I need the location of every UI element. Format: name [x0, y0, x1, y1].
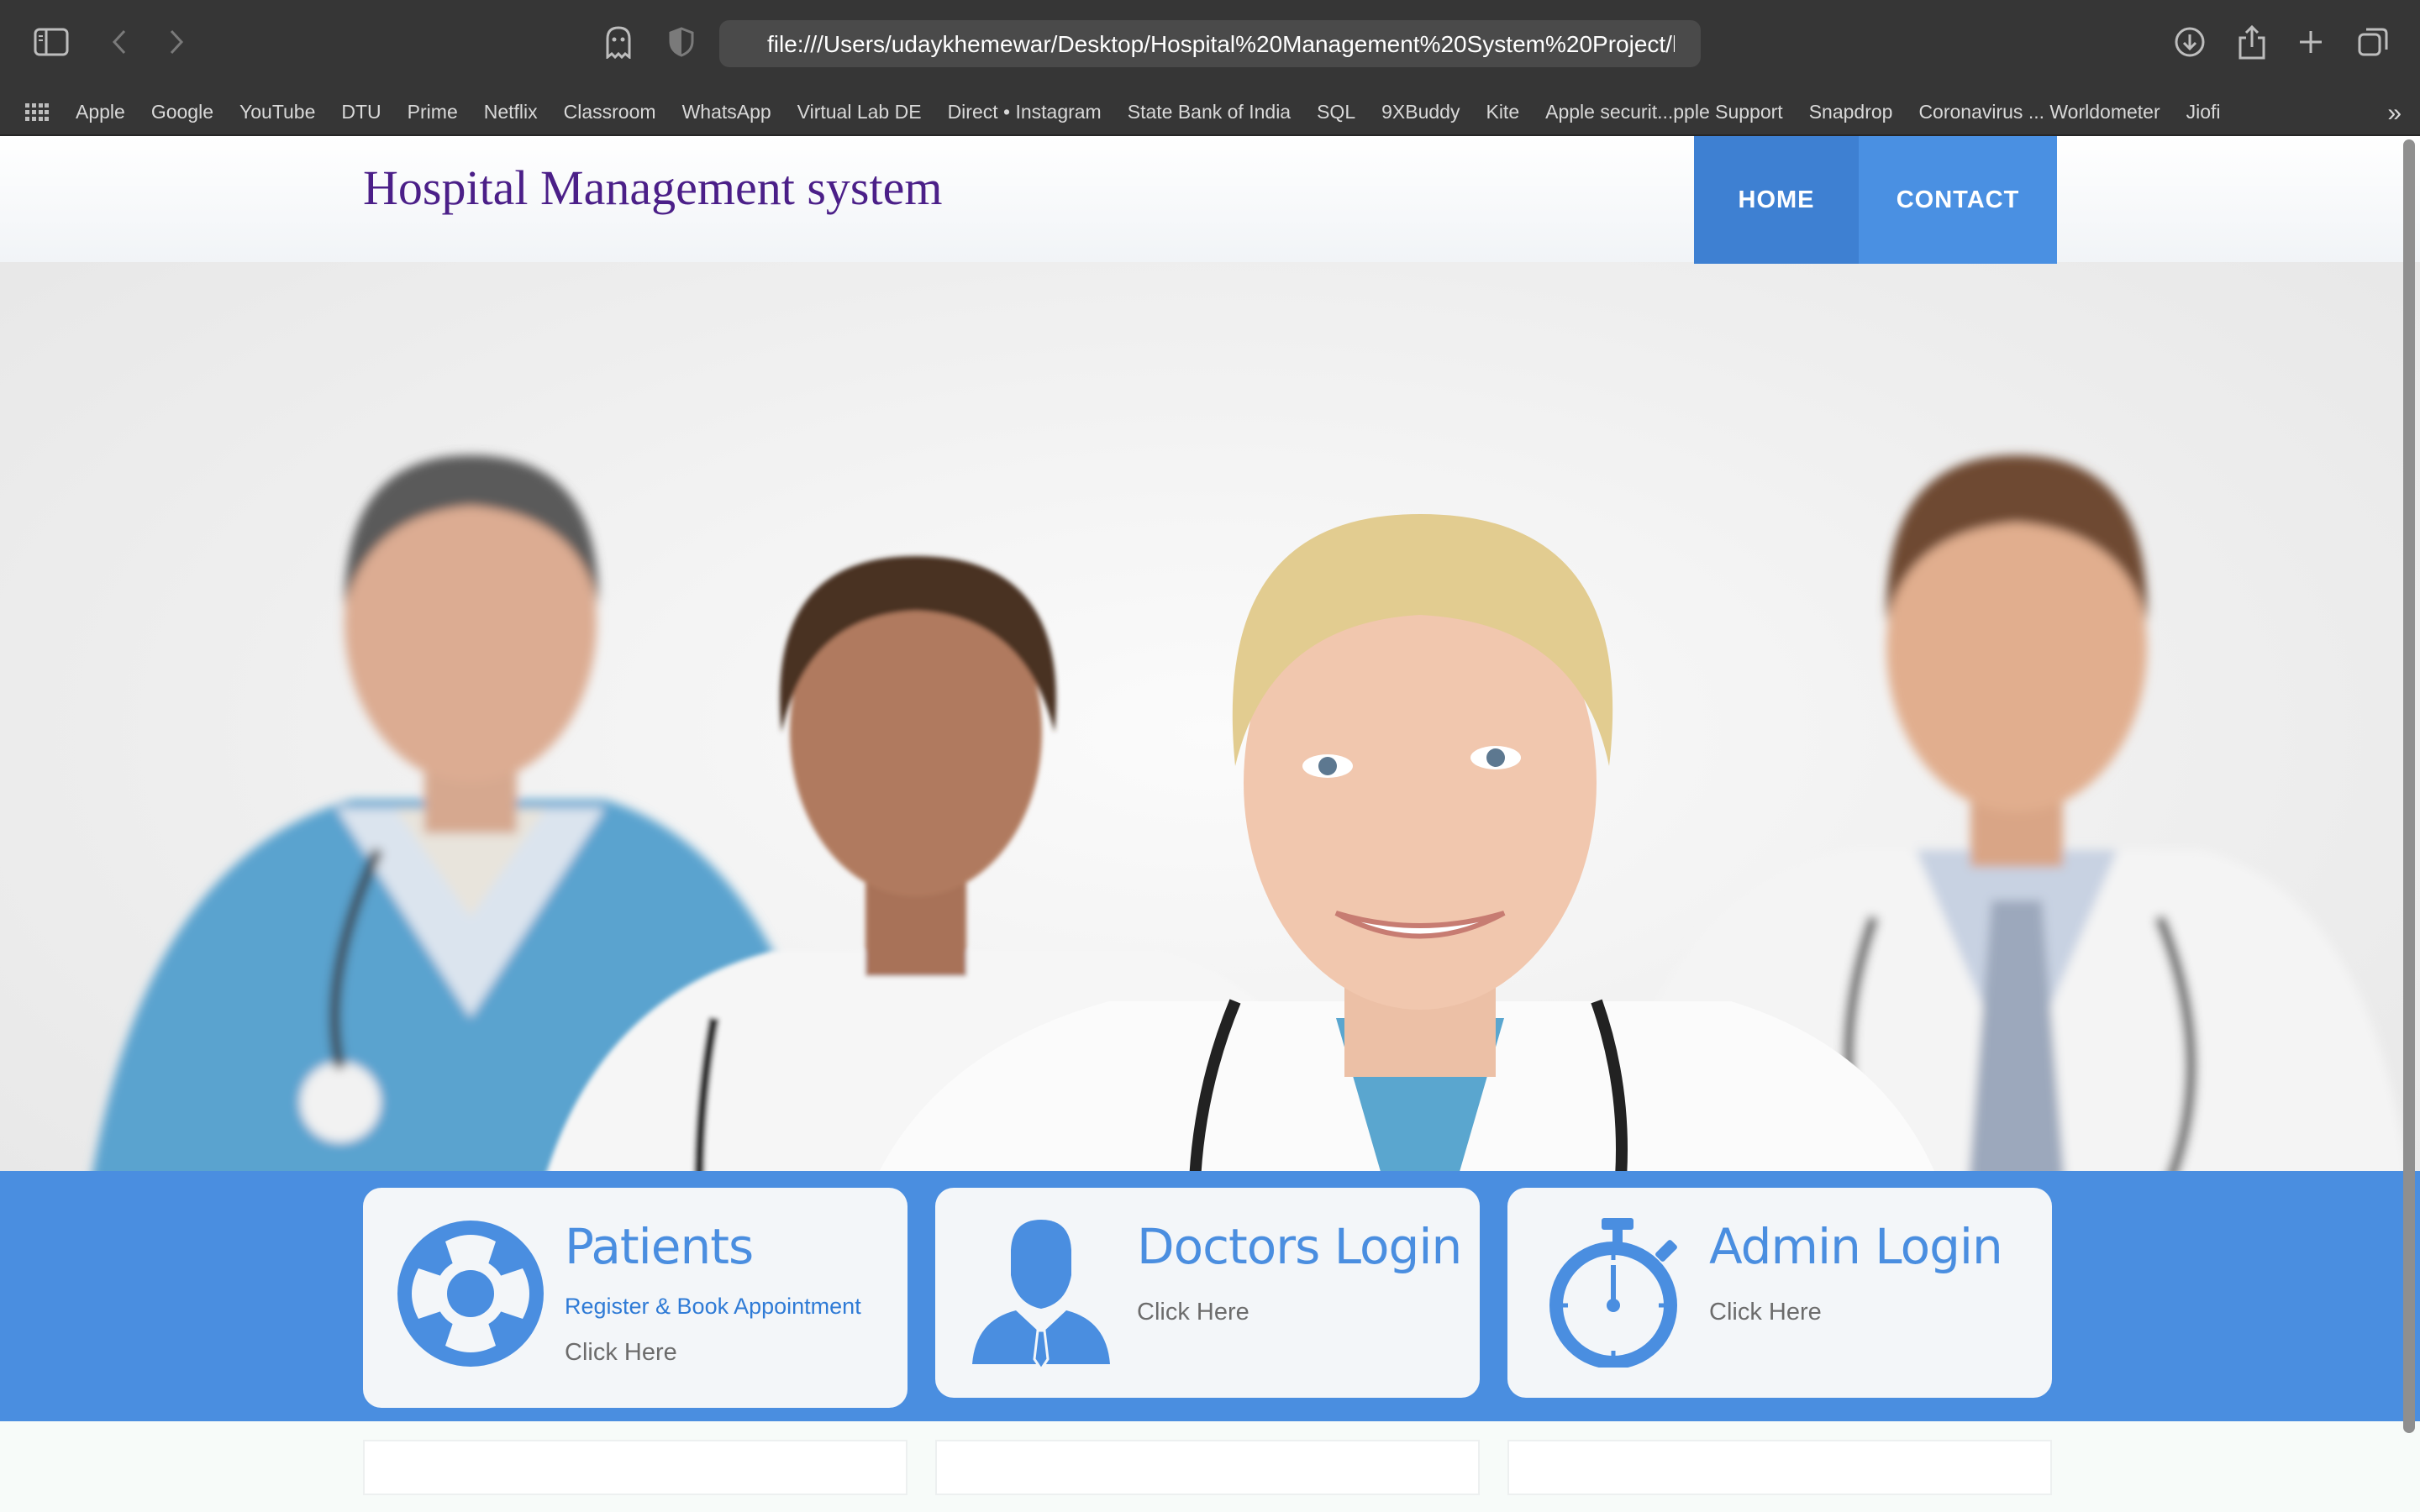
bookmark-jiofi[interactable]: Jiofi	[2186, 101, 2221, 123]
bookmark-snapdrop[interactable]: Snapdrop	[1809, 101, 1893, 123]
url-text: file:///Users/udaykhemewar/Desktop/Hospi…	[767, 31, 1675, 57]
bookmark-netflix[interactable]: Netflix	[484, 101, 538, 123]
apps-grid-icon[interactable]	[25, 103, 49, 122]
bookmark-classroom[interactable]: Classroom	[564, 101, 656, 123]
bookmark-virtual-lab[interactable]: Virtual Lab DE	[797, 101, 922, 123]
bookmark-worldometer[interactable]: Coronavirus ... Worldometer	[1918, 101, 2160, 123]
bookmark-youtube[interactable]: YouTube	[239, 101, 315, 123]
stopwatch-icon	[1546, 1216, 1694, 1369]
click-here-link[interactable]: Click Here	[1709, 1299, 1822, 1326]
card-subtitle[interactable]: Register & Book Appointment	[565, 1294, 861, 1320]
admin-login-card[interactable]: Admin Login Click Here	[1507, 1188, 2052, 1398]
bookmark-apple-support[interactable]: Apple securit...pple Support	[1545, 101, 1783, 123]
lower-panel	[1507, 1440, 2052, 1495]
site-title: Hospital Management system	[363, 160, 943, 215]
bookmark-list: Apple Google YouTube DTU Prime Netflix C…	[76, 87, 2247, 136]
bookmark-sql[interactable]: SQL	[1317, 101, 1355, 123]
privacy-ghost-icon[interactable]	[602, 24, 635, 60]
lower-panel	[935, 1440, 1480, 1495]
site-header: Hospital Management system	[0, 136, 2420, 262]
click-here-link[interactable]: Click Here	[565, 1339, 677, 1367]
bookmark-whatsapp[interactable]: WhatsApp	[682, 101, 771, 123]
bookmarks-overflow-icon[interactable]: »	[2387, 99, 2402, 128]
nav-contact[interactable]: CONTACT	[1859, 136, 2057, 264]
bookmark-kite[interactable]: Kite	[1486, 101, 1519, 123]
web-page: Hospital Management system HOME CONTACT …	[0, 136, 2420, 1512]
bookmark-9xbuddy[interactable]: 9XBuddy	[1381, 101, 1460, 123]
nav-home[interactable]: HOME	[1694, 136, 1859, 264]
patients-card[interactable]: Patients Register & Book Appointment Cli…	[363, 1188, 908, 1408]
browser-toolbar: file:///Users/udaykhemewar/Desktop/Hospi…	[0, 0, 2420, 87]
share-icon[interactable]	[2233, 22, 2270, 62]
new-tab-icon[interactable]	[2294, 25, 2328, 59]
bookmark-apple[interactable]: Apple	[76, 101, 125, 123]
bookmark-prime[interactable]: Prime	[408, 101, 458, 123]
bookmark-sbi[interactable]: State Bank of India	[1128, 101, 1291, 123]
card-title: Admin Login	[1709, 1218, 2003, 1275]
card-title: Doctors Login	[1137, 1218, 1462, 1275]
back-icon[interactable]	[104, 25, 134, 59]
doctor-icon	[967, 1216, 1115, 1372]
lower-panel	[363, 1440, 908, 1495]
lifebuoy-icon	[397, 1220, 544, 1368]
card-title: Patients	[565, 1218, 754, 1275]
forward-icon[interactable]	[161, 25, 192, 59]
hero-doctors-image	[0, 262, 2420, 1308]
click-here-link[interactable]: Click Here	[1137, 1299, 1249, 1326]
bookmarks-bar: Apple Google YouTube DTU Prime Netflix C…	[0, 87, 2420, 136]
sidebar-toggle-icon[interactable]	[32, 25, 71, 59]
shield-icon[interactable]	[666, 25, 697, 59]
doctors-login-card[interactable]: Doctors Login Click Here	[935, 1188, 1480, 1398]
download-icon[interactable]	[2171, 24, 2208, 60]
scrollbar[interactable]	[2403, 139, 2415, 1433]
bookmark-google[interactable]: Google	[151, 101, 213, 123]
bookmark-instagram[interactable]: Direct • Instagram	[948, 101, 1102, 123]
address-bar[interactable]: file:///Users/udaykhemewar/Desktop/Hospi…	[719, 20, 1701, 67]
bookmark-dtu[interactable]: DTU	[341, 101, 381, 123]
tab-overview-icon[interactable]	[2354, 24, 2391, 60]
